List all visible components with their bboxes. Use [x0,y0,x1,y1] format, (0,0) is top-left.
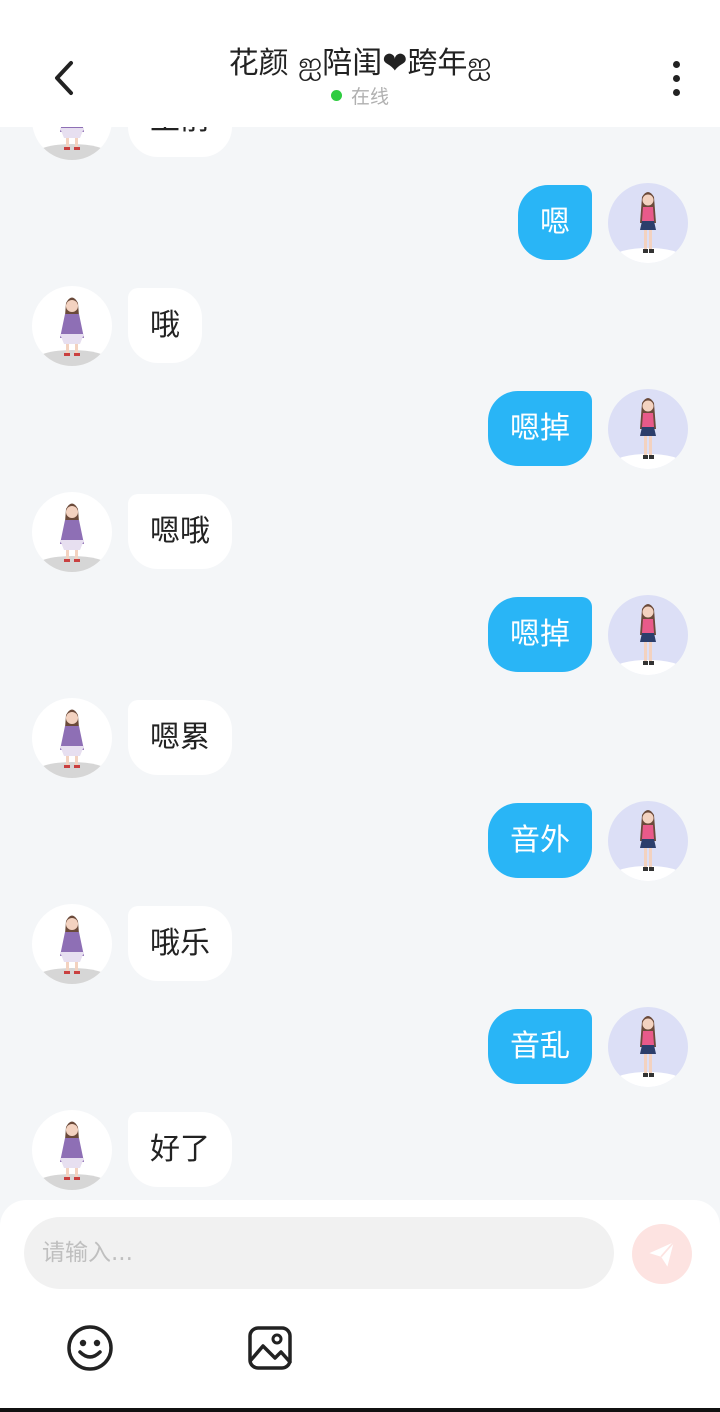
outgoing-message-row: 嗯掉 [0,389,720,469]
chat-title: 花颜 ஐ陪闺❤跨年ஐ [228,46,492,81]
my-avatar[interactable] [608,801,688,881]
outgoing-message-row: 音外 [0,801,720,881]
online-status: 在线 [150,82,570,109]
status-text: 在线 [350,86,389,108]
chat-header: 花颜 ஐ陪闺❤跨年ஐ 在线 [0,0,720,127]
incoming-message-bubble[interactable]: 嗯累 [128,700,232,775]
image-picture-icon [248,1326,292,1370]
more-dots-icon [672,60,680,68]
incoming-message-row: 嗯累 [0,698,720,778]
incoming-message-bubble[interactable]: 好了 [128,1112,232,1187]
outgoing-message-bubble[interactable]: 音乱 [488,1009,592,1084]
back-button[interactable] [44,56,88,100]
contact-avatar[interactable] [32,1110,112,1190]
chat-screen: 花颜 ஐ陪闺❤跨年ஐ 在线 王前嗯哦嗯掉嗯哦嗯掉嗯累音外哦乐音乱好了 [0,0,720,1412]
incoming-message-bubble[interactable]: 哦 [128,288,202,363]
incoming-message-bubble[interactable]: 哦乐 [128,906,232,981]
incoming-message-bubble[interactable]: 王前 [128,127,232,157]
contact-avatar[interactable] [32,127,112,160]
more-menu-button[interactable] [660,56,692,100]
contact-avatar[interactable] [32,904,112,984]
send-button[interactable] [632,1224,692,1284]
message-input[interactable] [24,1217,614,1289]
incoming-message-bubble[interactable]: 嗯哦 [128,494,232,569]
my-avatar[interactable] [608,183,688,263]
incoming-message-row: 哦乐 [0,904,720,984]
outgoing-message-bubble[interactable]: 音外 [488,803,592,878]
outgoing-message-bubble[interactable]: 嗯掉 [488,391,592,466]
online-dot-icon [330,90,342,101]
message-composer [0,1200,720,1412]
contact-avatar[interactable] [32,492,112,572]
incoming-message-row: 嗯哦 [0,492,720,572]
contact-avatar[interactable] [32,698,112,778]
home-indicator-bar [0,1408,720,1412]
message-list[interactable]: 王前嗯哦嗯掉嗯哦嗯掉嗯累音外哦乐音乱好了 [0,127,720,1200]
incoming-message-row: 王前 [0,127,720,160]
outgoing-message-bubble[interactable]: 嗯 [518,185,592,260]
incoming-message-row: 哦 [0,286,720,366]
my-avatar[interactable] [608,595,688,675]
outgoing-message-bubble[interactable]: 嗯掉 [488,597,592,672]
outgoing-message-row: 嗯掉 [0,595,720,675]
outgoing-message-row: 嗯 [0,183,720,263]
outgoing-message-row: 音乱 [0,1007,720,1087]
emoji-button[interactable] [66,1324,114,1372]
image-button[interactable] [246,1324,294,1372]
emoji-face-icon [67,1325,113,1371]
contact-avatar[interactable] [32,286,112,366]
chat-title-block: 花颜 ஐ陪闺❤跨年ஐ 在线 [150,44,570,109]
my-avatar[interactable] [608,389,688,469]
my-avatar[interactable] [608,1007,688,1087]
send-paper-plane-icon [649,1241,675,1267]
chevron-left-icon [55,61,73,95]
incoming-message-row: 好了 [0,1110,720,1190]
